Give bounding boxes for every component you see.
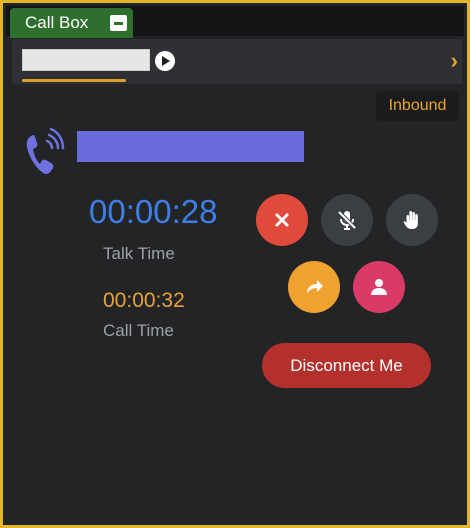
close-icon: [275, 213, 289, 227]
call-box-window: Call Box › Inbound 00:00:28 Talk Time 00…: [0, 0, 470, 528]
call-direction-badge: Inbound: [376, 91, 459, 121]
caller-name-field[interactable]: [22, 49, 150, 71]
transfer-to-agent-button[interactable]: [353, 261, 405, 313]
disconnect-me-button[interactable]: Disconnect Me: [262, 343, 431, 388]
caller-name-redacted: [77, 131, 304, 162]
active-tab-indicator: [22, 79, 126, 82]
play-icon[interactable]: [155, 51, 175, 71]
hold-button[interactable]: [386, 194, 438, 246]
forward-call-button[interactable]: [288, 261, 340, 313]
phone-ringing-icon: [26, 127, 65, 175]
tab-title: Call Box: [25, 13, 89, 32]
talk-time-value: 00:00:28: [89, 193, 218, 230]
call-time-value: 00:00:32: [103, 289, 185, 312]
call-time-label: Call Time: [103, 321, 174, 340]
user-icon: [371, 279, 387, 295]
forward-icon: [307, 280, 323, 294]
end-call-button[interactable]: [256, 194, 308, 246]
minimize-icon[interactable]: [110, 15, 127, 31]
talk-time-label: Talk Time: [103, 244, 175, 263]
call-box-tab[interactable]: Call Box: [10, 8, 133, 38]
mute-button[interactable]: [321, 194, 373, 246]
mic-off-icon: [337, 210, 357, 230]
chevron-right-icon[interactable]: ›: [451, 48, 458, 74]
caller-selector-bar: ›: [12, 39, 462, 84]
hand-icon: [403, 211, 418, 229]
